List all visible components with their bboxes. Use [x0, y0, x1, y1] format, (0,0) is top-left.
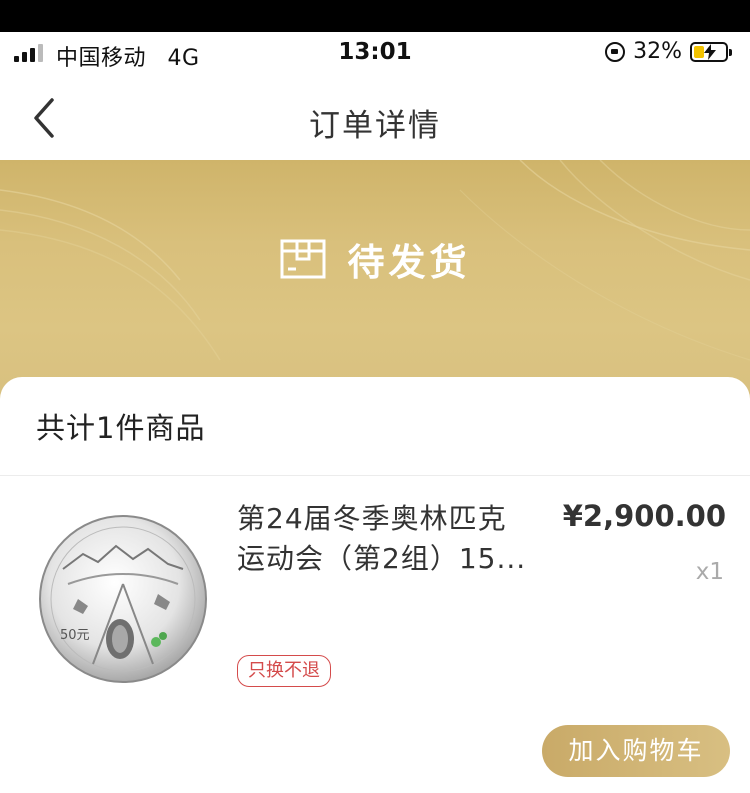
rotation-lock-icon	[605, 41, 626, 62]
add-to-cart-button[interactable]: 加入购物车	[542, 725, 730, 777]
order-status-banner: 待发货	[0, 160, 750, 400]
battery-percent: 32%	[633, 39, 682, 64]
product-price: ¥2,900.00	[562, 499, 726, 533]
product-quantity: x1	[695, 559, 724, 585]
status-bar: 中国移动 4G 13:01 32%	[0, 32, 750, 76]
status-right-group: 32%	[605, 39, 732, 64]
product-name-line1: 第24届冬季奥林匹克	[237, 502, 507, 535]
product-name[interactable]: 第24届冬季奥林匹克 运动会（第2组）15...	[237, 499, 557, 579]
package-box-icon	[280, 239, 325, 279]
items-count-label: 共计1件商品	[36, 411, 206, 445]
order-items-card: 共计1件商品 50元 第24届冬季奥林匹克 运动会（第2组）15... ¥2,9…	[0, 377, 750, 793]
product-image-coin[interactable]: 50元	[38, 514, 208, 684]
nav-bar: 订单详情	[0, 76, 750, 160]
coin-denomination: 50元	[60, 628, 90, 643]
top-black-bar	[0, 0, 750, 32]
product-name-line2: 运动会（第2组）15...	[237, 542, 527, 575]
return-policy-badge: 只换不退	[237, 655, 331, 687]
battery-icon	[690, 41, 732, 62]
status-indicator: 待发货	[0, 232, 750, 286]
divider	[0, 475, 750, 476]
charging-bolt-icon	[704, 43, 716, 60]
page-title: 订单详情	[309, 108, 441, 144]
order-status-text: 待发货	[347, 241, 471, 284]
